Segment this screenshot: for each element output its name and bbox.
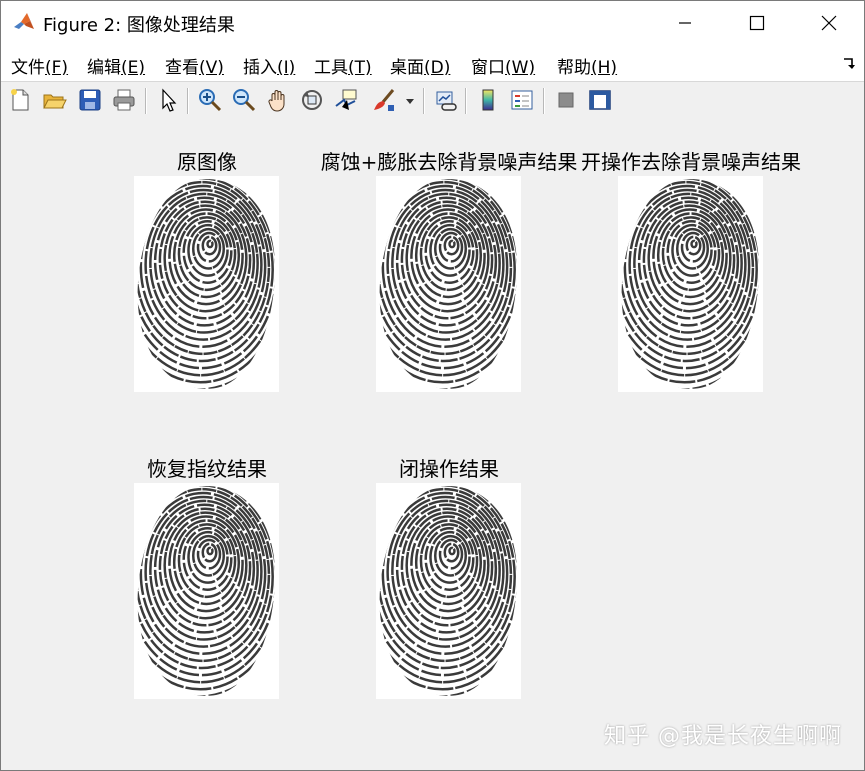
menu-edit-key: (E) xyxy=(121,58,146,78)
minimize-icon xyxy=(679,22,691,24)
toolbar-separator xyxy=(465,88,467,114)
dock-arrow-icon xyxy=(844,58,855,69)
menu-help[interactable]: 帮助(H) xyxy=(557,53,617,78)
menu-insert[interactable]: 插入(I) xyxy=(243,53,295,78)
menu-desktop-key: (D) xyxy=(424,58,451,78)
menu-desktop[interactable]: 桌面(D) xyxy=(390,53,450,78)
fingerprint-image-restored xyxy=(134,483,279,699)
show-plot-tools-icon[interactable] xyxy=(587,87,613,113)
new-figure-icon[interactable] xyxy=(7,87,33,113)
fingerprint-image-original xyxy=(134,176,279,392)
rotate-3d-icon[interactable] xyxy=(299,87,325,113)
brush-icon[interactable] xyxy=(371,87,397,113)
print-icon[interactable] xyxy=(111,87,137,113)
toolbar-separator xyxy=(187,88,189,114)
menu-window[interactable]: 窗口(W) xyxy=(471,53,535,78)
figure-window: Figure 2: 图像处理结果 文件(F) 编辑(E) 查看(V) 插入(I)… xyxy=(0,0,865,771)
minimize-button[interactable] xyxy=(649,1,721,45)
maximize-icon xyxy=(749,15,765,31)
link-plot-icon[interactable] xyxy=(433,87,459,113)
toolbar-separator xyxy=(543,88,545,114)
edit-plot-icon[interactable] xyxy=(155,87,181,113)
menu-window-key: (W) xyxy=(505,58,536,78)
menu-bar: 文件(F) 编辑(E) 查看(V) 插入(I) 工具(T) 桌面(D) 窗口(W… xyxy=(1,45,864,81)
menu-window-label: 窗口 xyxy=(471,58,505,78)
close-icon xyxy=(821,15,837,31)
menu-tools-key: (T) xyxy=(348,58,372,78)
menu-help-key: (H) xyxy=(591,58,618,78)
matlab-logo-icon xyxy=(13,11,35,33)
menu-file-key: (F) xyxy=(45,58,69,78)
watermark-text: 知乎 @我是长夜生啊啊 xyxy=(604,724,842,749)
dock-figure-button[interactable] xyxy=(842,55,856,74)
zoom-out-icon[interactable] xyxy=(231,87,257,113)
axes-title-opening: 开操作去除背景噪声结果 xyxy=(581,150,801,174)
menu-tools-label: 工具 xyxy=(314,58,348,78)
menu-tools[interactable]: 工具(T) xyxy=(314,53,372,78)
menu-desktop-label: 桌面 xyxy=(390,58,424,78)
axes-title-erode-dilate: 腐蚀+膨胀去除背景噪声结果 xyxy=(320,150,578,174)
hide-plot-tools-icon[interactable] xyxy=(553,87,579,113)
toolbar-separator xyxy=(423,88,425,114)
menu-edit-label: 编辑 xyxy=(87,58,121,78)
menu-insert-label: 插入 xyxy=(243,58,277,78)
title-bar: Figure 2: 图像处理结果 xyxy=(1,1,864,45)
data-cursor-icon[interactable] xyxy=(333,87,359,113)
zoom-in-icon[interactable] xyxy=(197,87,223,113)
figure-toolbar xyxy=(1,81,864,121)
menu-view[interactable]: 查看(V) xyxy=(165,53,224,78)
menu-view-label: 查看 xyxy=(165,58,199,78)
save-icon[interactable] xyxy=(77,87,103,113)
figure-canvas: 原图像 腐蚀+膨胀去除背景噪声结果 开操作去除背景噪声结果 恢复指纹结果 闭操作… xyxy=(1,120,864,770)
fingerprint-image-closing xyxy=(376,483,521,699)
insert-colorbar-icon[interactable] xyxy=(475,87,501,113)
menu-view-key: (V) xyxy=(199,58,224,78)
fingerprint-image-opening xyxy=(618,176,763,392)
pan-icon[interactable] xyxy=(265,87,291,113)
insert-legend-icon[interactable] xyxy=(509,87,535,113)
close-button[interactable] xyxy=(793,1,864,45)
open-file-icon[interactable] xyxy=(41,87,67,113)
axes-title-closing: 闭操作结果 xyxy=(399,457,499,481)
maximize-button[interactable] xyxy=(721,1,793,45)
fingerprint-image-erode-dilate xyxy=(376,176,521,392)
menu-insert-key: (I) xyxy=(277,58,296,78)
menu-file-label: 文件 xyxy=(11,58,45,78)
menu-help-label: 帮助 xyxy=(557,58,591,78)
brush-dropdown-icon[interactable] xyxy=(403,87,417,113)
menu-file[interactable]: 文件(F) xyxy=(11,53,68,78)
axes-title-restored: 恢复指纹结果 xyxy=(147,457,267,481)
menu-edit[interactable]: 编辑(E) xyxy=(87,53,145,78)
window-title: Figure 2: 图像处理结果 xyxy=(43,15,235,36)
toolbar-separator xyxy=(145,88,147,114)
axes-title-original: 原图像 xyxy=(177,150,237,174)
